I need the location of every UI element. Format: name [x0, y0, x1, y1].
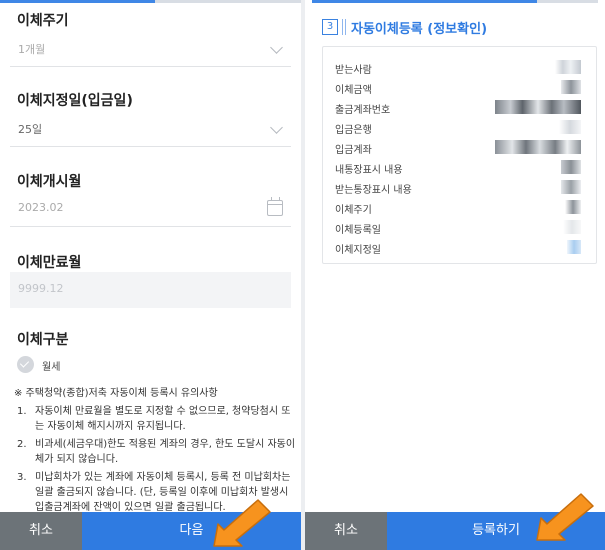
- start-month-value: 2023.02: [18, 201, 64, 214]
- transfer-cycle-value: 1개월: [18, 43, 46, 56]
- transfer-cycle-label: 이체주기: [17, 13, 69, 29]
- info-row-recipient: 받는사람: [335, 59, 585, 77]
- notice-item-text: 자동이체 만료월을 별도로 지정할 수 없으므로, 청약당첨시 또는 자동이체 …: [35, 406, 291, 432]
- masked-value: [495, 140, 581, 154]
- transfer-confirm-screen: 3 자동이체등록 (정보확인) 받는사람 이체금액 출금계좌번호 입금은행 입금…: [305, 0, 605, 550]
- step-number: 3: [322, 19, 338, 35]
- cancel-button[interactable]: 취소: [305, 512, 387, 550]
- calendar-icon[interactable]: [267, 197, 283, 216]
- info-label: 받는통장표시 내용: [335, 185, 412, 196]
- masked-value: [555, 60, 581, 74]
- info-label: 이체주기: [335, 205, 372, 216]
- end-month-value: 9999.12: [18, 282, 64, 295]
- info-row-transfer-cycle: 이체주기: [335, 199, 585, 217]
- progress-fill: [0, 0, 155, 3]
- masked-value: [561, 160, 581, 174]
- masked-value: [563, 220, 581, 234]
- info-row-deposit-account: 입금계좌: [335, 139, 585, 157]
- masked-value: [559, 120, 581, 134]
- info-row-transfer-day: 이체지정일: [335, 239, 585, 257]
- transfer-day-value: 25일: [18, 123, 43, 136]
- chevron-down-icon: [270, 41, 283, 54]
- notice-item-text: 비과세(세금우대)한도 적용된 계좌의 경우, 한도 도달시 자동이체가 되지 …: [35, 439, 296, 465]
- transfer-cycle-select[interactable]: 1개월: [10, 31, 291, 67]
- info-label: 이체등록일: [335, 225, 381, 236]
- info-label: 입금은행: [335, 125, 372, 136]
- progress-track: [0, 0, 301, 3]
- transfer-type-label: 이체구분: [17, 332, 69, 348]
- start-month-label: 이체개시월: [17, 174, 82, 190]
- masked-value: [495, 100, 581, 114]
- end-month-field: 9999.12: [10, 272, 291, 308]
- cancel-button[interactable]: 취소: [0, 512, 82, 550]
- page-title: 자동이체등록 (정보확인): [351, 22, 488, 37]
- chevron-down-icon: [270, 121, 283, 134]
- transfer-type-option-label: 월세: [42, 362, 61, 373]
- step-separator: [342, 19, 346, 35]
- notice-item-number: 2.: [17, 439, 27, 450]
- info-label: 출금계좌번호: [335, 105, 391, 116]
- notice-item: 2. 비과세(세금우대)한도 적용된 계좌의 경우, 한도 도달시 자동이체가 되…: [17, 437, 297, 467]
- masked-value: [561, 80, 581, 94]
- info-row-withdraw-account: 출금계좌번호: [335, 99, 585, 117]
- notice-item: 1. 자동이체 만료월을 별도로 지정할 수 없으므로, 청약당첨시 또는 자동이…: [17, 404, 297, 434]
- masked-value: [561, 180, 581, 194]
- info-row-register-date: 이체등록일: [335, 219, 585, 237]
- info-row-recipient-memo: 받는통장표시 내용: [335, 179, 585, 197]
- info-row-deposit-bank: 입금은행: [335, 119, 585, 137]
- info-label: 이체금액: [335, 85, 372, 96]
- transfer-day-select[interactable]: 25일: [10, 111, 291, 147]
- start-month-field[interactable]: 2023.02: [10, 191, 291, 227]
- confirm-info-box: 받는사람 이체금액 출금계좌번호 입금은행 입금계좌 내통장표시 내용 받는통장…: [322, 46, 597, 264]
- masked-value: [565, 200, 581, 214]
- progress-fill: [312, 0, 537, 3]
- info-label: 이체지정일: [335, 245, 381, 256]
- notice-item-number: 1.: [17, 406, 27, 417]
- transfer-input-screen: 이체주기 1개월 이체지정일(입금일) 25일 이체개시월 2023.02 이체…: [0, 0, 301, 550]
- masked-value: [567, 240, 581, 254]
- check-circle-icon[interactable]: [17, 356, 34, 373]
- notice-item-number: 3.: [17, 472, 27, 483]
- info-label: 입금계좌: [335, 145, 372, 156]
- progress-track: [312, 0, 598, 3]
- info-row-my-memo: 내통장표시 내용: [335, 159, 585, 177]
- info-label: 받는사람: [335, 65, 372, 76]
- info-label: 내통장표시 내용: [335, 165, 403, 176]
- arrow-pointer-icon: [213, 499, 271, 547]
- end-month-label: 이체만료월: [17, 255, 82, 271]
- info-row-amount: 이체금액: [335, 79, 585, 97]
- arrow-pointer-icon: [536, 493, 594, 541]
- transfer-day-label: 이체지정일(입금일): [17, 93, 133, 109]
- notice-title: ※ 주택청약(종합)저축 자동이체 등록시 유의사항: [14, 388, 218, 399]
